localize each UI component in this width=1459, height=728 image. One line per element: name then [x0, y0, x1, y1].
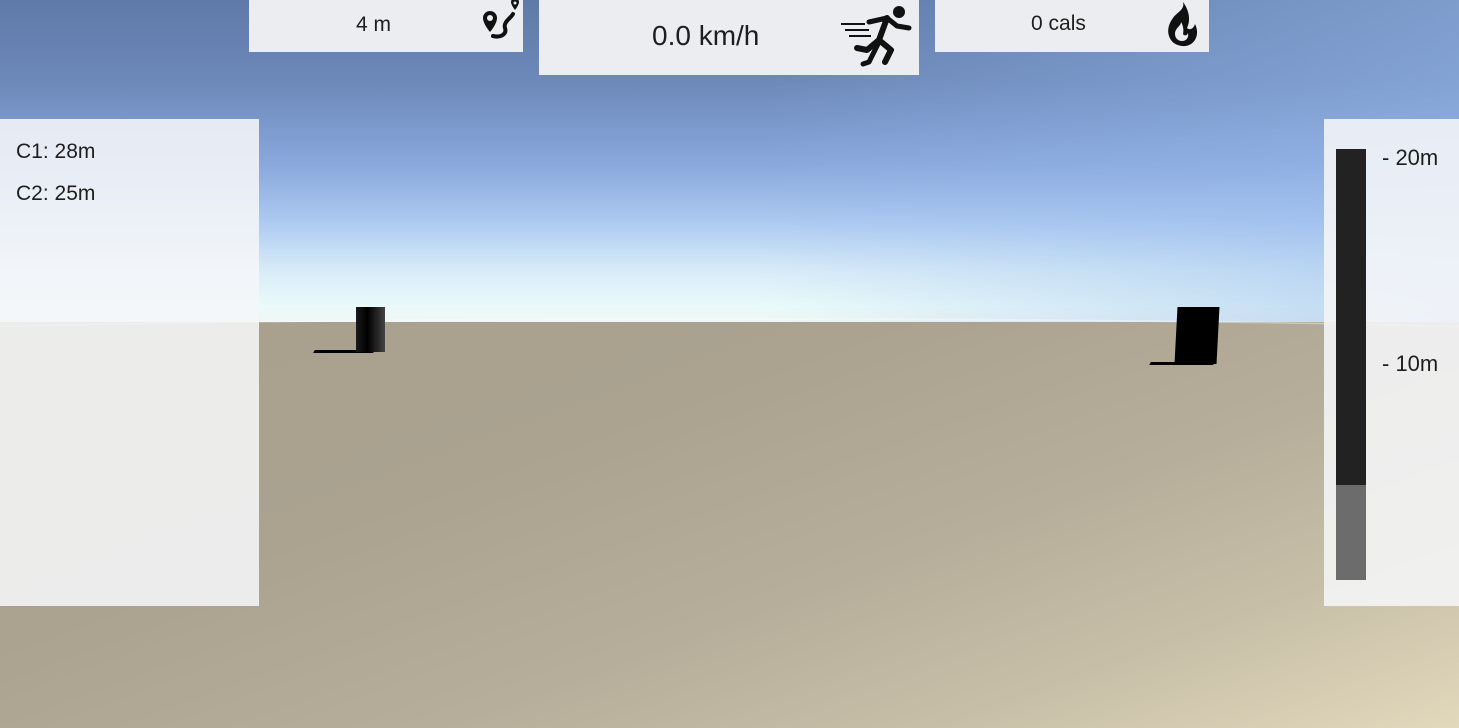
flame-icon: [1168, 2, 1198, 47]
distance-panel: 4 m: [249, 0, 523, 52]
checkpoint-list-panel: C1: 28m C2: 25m: [0, 119, 259, 606]
altitude-fill: [1336, 485, 1366, 580]
altitude-tick-label: - 10m: [1382, 351, 1439, 376]
altitude-bar: [1336, 149, 1366, 580]
checkpoint-pillar-left: [356, 307, 385, 352]
altitude-tick-label: - 20m: [1382, 145, 1439, 170]
calories-value: 0 cals: [1031, 12, 1086, 35]
altitude-gauge-panel: - 20m - 10m: [1324, 119, 1459, 606]
speed-value: 0.0 km/h: [652, 20, 760, 51]
route-pin-icon: [483, 0, 519, 39]
distance-value: 4 m: [356, 13, 392, 36]
checkpoint-item: C2: 25m: [16, 182, 96, 205]
checkpoint-item: C1: 28m: [16, 140, 96, 163]
speed-panel: 0.0 km/h: [539, 0, 919, 75]
checkpoint-pillar-right: [1174, 307, 1220, 364]
calories-panel: 0 cals: [935, 0, 1209, 52]
running-person-icon: [841, 6, 912, 67]
